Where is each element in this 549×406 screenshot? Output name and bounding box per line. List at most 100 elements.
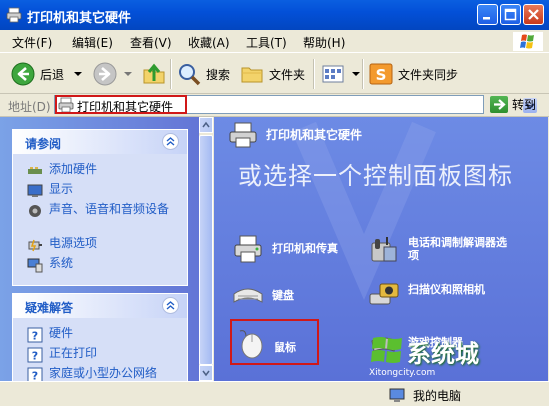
svg-text:S: S xyxy=(376,66,387,84)
see-also-label: 添加硬件 xyxy=(49,162,98,176)
control-panel-item[interactable]: 键盘 xyxy=(232,280,294,312)
troubleshoot-label: 家庭或小型办公网络 xyxy=(49,366,158,380)
watermark-url: Xitongcity.com xyxy=(369,368,436,378)
task-pane: 请参阅 添加硬件 显示 声音、语音和音频设备 电源选项 系统 疑难解答 ? 硬件… xyxy=(0,117,199,381)
status-location: 我的电脑 xyxy=(389,387,461,404)
menu-edit[interactable]: 编辑(E) xyxy=(72,34,113,51)
search-button[interactable]: 搜索 xyxy=(176,61,230,87)
watermark-text: 系统城 xyxy=(407,340,479,368)
scroll-thumb[interactable] xyxy=(199,135,213,365)
address-label: 地址(D) xyxy=(8,100,51,114)
see-also-label: 电源选项 xyxy=(49,236,98,250)
content-header: 打印机和其它硬件 xyxy=(214,117,548,151)
sound-icon xyxy=(29,205,41,217)
troubleshoot-item[interactable]: ? 家庭或小型办公网络 xyxy=(27,367,157,381)
printer-fax-icon xyxy=(234,235,262,263)
keyboard-icon xyxy=(233,288,263,303)
watermark-logo-icon xyxy=(371,337,402,363)
see-also-label: 声音、语音和音频设备 xyxy=(49,202,170,216)
mouse-highlight-box xyxy=(230,319,319,365)
vertical-scrollbar[interactable] xyxy=(199,117,213,381)
close-icon xyxy=(528,9,539,20)
go-label: 转到 xyxy=(512,98,537,112)
forward-button[interactable] xyxy=(92,61,134,87)
svg-text:?: ? xyxy=(32,370,38,382)
see-also-header[interactable]: 请参阅 xyxy=(13,130,187,154)
scroll-up-button[interactable] xyxy=(199,117,213,133)
help-icon: ? xyxy=(27,367,43,381)
control-panel-label: 扫描仪和照相机 xyxy=(408,283,485,296)
menu-file[interactable]: 文件(F) xyxy=(12,34,52,51)
phone-modem-icon xyxy=(371,237,397,262)
window-title: 打印机和其它硬件 xyxy=(27,11,132,26)
see-also-label: 系统 xyxy=(49,256,74,270)
status-bar: 我的电脑 xyxy=(0,381,549,406)
collapse-button[interactable] xyxy=(162,297,179,314)
pick-icon-heading: 或选择一个控制面板图标 xyxy=(238,162,513,190)
go-button[interactable]: 转到 xyxy=(490,96,536,113)
maximize-button[interactable] xyxy=(500,4,521,25)
control-panel-label: 电话和调制解调器选项 xyxy=(408,236,507,262)
search-icon xyxy=(179,64,201,86)
folder-sync-icon: S xyxy=(369,63,393,85)
menu-tools[interactable]: 工具(T) xyxy=(246,34,287,51)
close-button[interactable] xyxy=(523,4,544,25)
search-label: 搜索 xyxy=(206,67,231,82)
troubleshoot-label: 硬件 xyxy=(49,326,74,340)
menu-help[interactable]: 帮助(H) xyxy=(303,34,345,51)
printer-icon xyxy=(6,7,22,23)
see-also-item[interactable]: 系统 xyxy=(27,257,73,273)
go-arrow-icon xyxy=(490,96,508,113)
collapse-button[interactable] xyxy=(162,133,179,150)
back-button[interactable]: 后退 xyxy=(10,61,84,87)
control-panel-label: 打印机和传真 xyxy=(272,242,338,255)
views-grid-icon xyxy=(322,65,344,83)
forward-dropdown-icon[interactable] xyxy=(122,69,134,79)
chevron-up-icon xyxy=(166,137,175,146)
display-icon xyxy=(27,184,43,197)
folders-button[interactable]: 文件夹 xyxy=(239,61,305,87)
my-computer-icon xyxy=(389,388,405,402)
add-hardware-icon xyxy=(28,167,42,174)
help-icon: ? xyxy=(27,347,43,363)
back-label: 后退 xyxy=(40,67,65,82)
control-panel-item[interactable]: 电话和调制解调器选项 xyxy=(368,233,508,265)
toolbar: 后退 搜索 文件夹 S 文件夹同步 xyxy=(0,53,549,94)
back-dropdown-icon[interactable] xyxy=(72,69,84,79)
control-panel-item[interactable]: 扫描仪和照相机 xyxy=(368,280,508,312)
chevron-up-icon xyxy=(166,301,175,310)
menu-view[interactable]: 查看(V) xyxy=(130,34,172,51)
troubleshoot-item[interactable]: ? 硬件 xyxy=(27,327,73,343)
see-also-item[interactable]: 声音、语音和音频设备 xyxy=(27,203,177,219)
menu-favorites[interactable]: 收藏(A) xyxy=(188,34,230,51)
status-location-label: 我的电脑 xyxy=(413,389,462,403)
control-panel-label: 键盘 xyxy=(272,289,294,302)
folder-sync-label: 文件夹同步 xyxy=(398,67,459,82)
toolbar-separator xyxy=(362,59,364,89)
svg-text:?: ? xyxy=(32,330,38,343)
see-also-item[interactable]: 电源选项 xyxy=(27,237,97,253)
windows-logo-icon xyxy=(513,32,543,51)
troubleshoot-item[interactable]: ? 正在打印 xyxy=(27,347,97,363)
see-also-title: 请参阅 xyxy=(25,137,62,151)
folder-sync-button[interactable]: S 文件夹同步 xyxy=(368,61,458,87)
system-icon xyxy=(27,258,43,273)
up-button[interactable] xyxy=(141,61,171,87)
views-button[interactable] xyxy=(320,61,362,87)
scroll-down-button[interactable] xyxy=(199,365,213,381)
minimize-icon xyxy=(483,17,490,20)
content-title: 打印机和其它硬件 xyxy=(266,128,363,142)
views-dropdown-icon[interactable] xyxy=(350,69,362,79)
maximize-icon xyxy=(504,8,517,21)
troubleshoot-panel: 疑难解答 ? 硬件 ? 正在打印 ? 家庭或小型办公网络 xyxy=(12,293,188,381)
see-also-item[interactable]: 显示 xyxy=(27,183,73,199)
svg-text:?: ? xyxy=(32,350,38,363)
see-also-item[interactable]: 添加硬件 xyxy=(27,163,97,179)
title-bar[interactable]: 打印机和其它硬件 xyxy=(0,0,549,30)
troubleshoot-header[interactable]: 疑难解答 xyxy=(13,294,187,318)
up-folder-icon xyxy=(143,63,165,84)
minimize-button[interactable] xyxy=(477,4,498,25)
help-icon: ? xyxy=(27,327,43,343)
control-panel-item[interactable]: 打印机和传真 xyxy=(232,233,338,265)
see-also-label: 显示 xyxy=(49,182,74,196)
